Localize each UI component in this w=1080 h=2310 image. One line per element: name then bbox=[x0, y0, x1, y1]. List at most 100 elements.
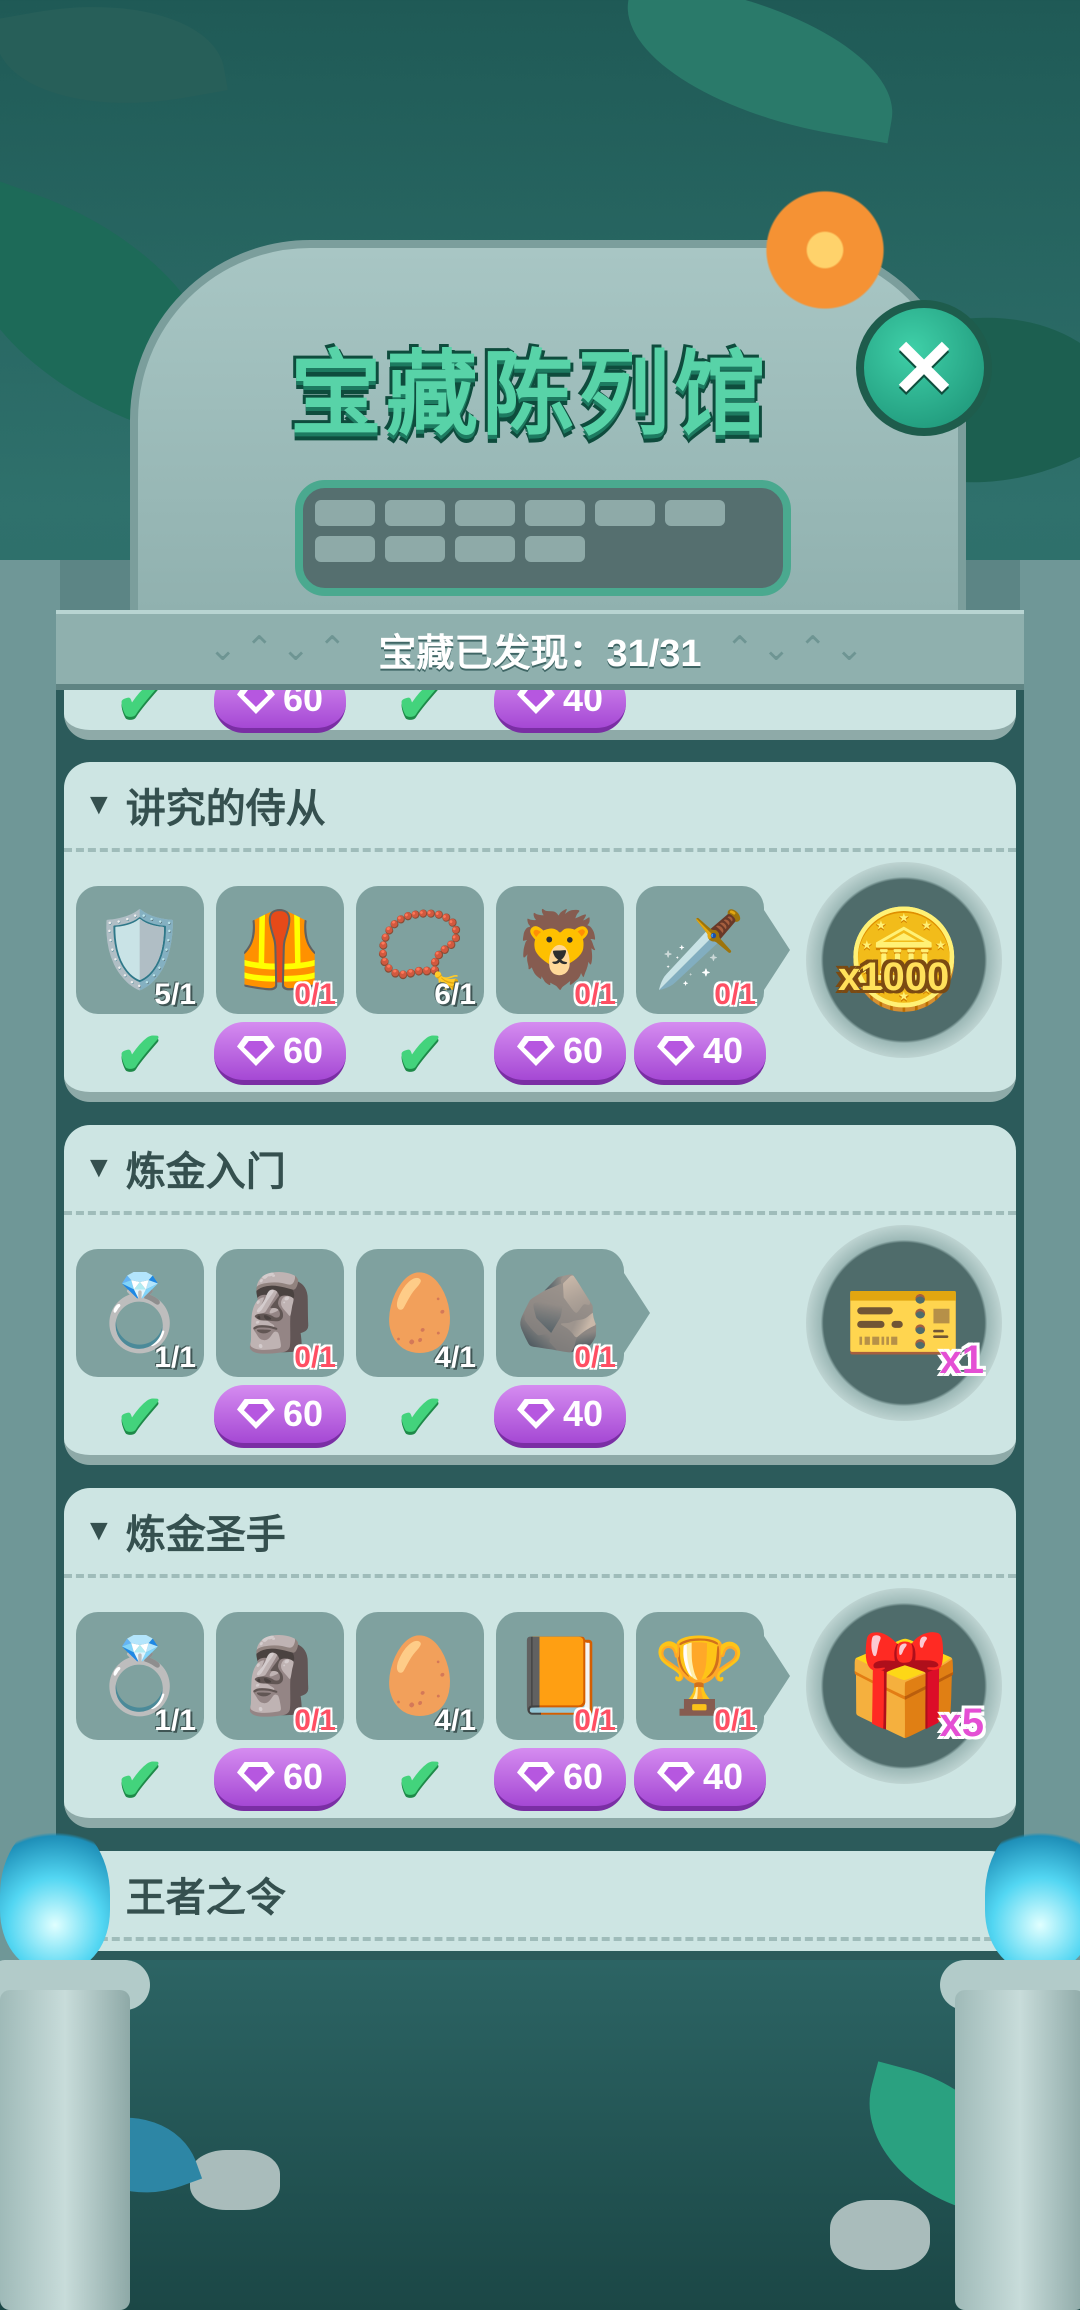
treasure-item[interactable]: 🦺 0/1 60 bbox=[214, 886, 346, 1085]
treasure-item[interactable]: 📿 6/1 ✔ bbox=[356, 886, 484, 1086]
treasure-item[interactable]: 🥚 4/1 ✔ bbox=[356, 1249, 484, 1449]
rock-decor bbox=[830, 2200, 930, 2270]
treasure-item[interactable]: 🥚 4/1 ✔ bbox=[356, 1612, 484, 1812]
item-count: 0/1 bbox=[294, 978, 336, 1011]
reward-quantity: x5 bbox=[939, 1701, 985, 1745]
gem-icon bbox=[236, 1762, 275, 1792]
blue-flame-icon bbox=[0, 1820, 110, 1970]
collection-header[interactable]: ▼ 炼金圣手 bbox=[64, 1488, 1016, 1578]
bone-ring-icon: 💍 bbox=[93, 1634, 187, 1717]
buy-button[interactable]: 60 bbox=[494, 1022, 626, 1085]
item-count: 6/1 bbox=[434, 978, 476, 1011]
treasure-item[interactable]: 🦁 0/1 60 bbox=[494, 886, 626, 1085]
buy-button[interactable]: 40 bbox=[634, 1748, 766, 1811]
frame-left-edge bbox=[0, 560, 60, 1980]
collection-card: ▼ 王者之令 bbox=[64, 1851, 1016, 1951]
collected-check-icon: ✔ bbox=[395, 1384, 445, 1449]
reward-quantity: x1000 bbox=[838, 955, 950, 999]
treasure-item[interactable]: 💍 1/1 ✔ bbox=[76, 1249, 204, 1449]
tribal-shield-icon: 🥚 bbox=[373, 1634, 467, 1717]
collection-items: 💍 1/1 ✔ 🗿 0/1 60 🥚 4/1 ✔ 🪨 0/1 40 bbox=[76, 1249, 650, 1449]
collection-name: 王者之令 bbox=[125, 1876, 286, 1920]
item-count: 0/1 bbox=[574, 1341, 616, 1374]
buy-button[interactable]: 60 bbox=[494, 1748, 626, 1811]
treasure-item[interactable]: 🛡️ 5/1 ✔ bbox=[76, 886, 204, 1086]
chevron-down-icon: ▼ bbox=[84, 1514, 114, 1547]
jungle-leaf-decor bbox=[0, 0, 228, 129]
chevron-pattern-decor: ⌃⌄⌃⌄ bbox=[725, 630, 872, 668]
golden-armor-icon: 🦺 bbox=[233, 908, 327, 991]
treasure-item[interactable]: 🗿 0/1 60 bbox=[214, 1612, 346, 1811]
treasure-item[interactable]: 🏆 0/1 40 bbox=[634, 1612, 790, 1811]
collection-header[interactable]: ▼ 讲究的侍从 bbox=[64, 762, 1016, 852]
collection-name: 炼金圣手 bbox=[125, 1513, 286, 1557]
chevron-down-icon: ▼ bbox=[84, 788, 114, 821]
collection-items: 🛡️ 5/1 ✔ 🦺 0/1 60 📿 6/1 ✔ 🦁 0/1 60 🗡️ 0/1 40 bbox=[76, 886, 790, 1086]
item-count: 0/1 bbox=[294, 1341, 336, 1374]
stone-pillar bbox=[0, 1990, 130, 2310]
item-count: 0/1 bbox=[294, 1704, 336, 1737]
gem-icon bbox=[236, 1036, 275, 1066]
buy-button[interactable]: 60 bbox=[214, 1748, 346, 1811]
treasure-item[interactable]: 🪨 0/1 40 bbox=[494, 1249, 650, 1448]
collection-name: 讲究的侍从 bbox=[125, 787, 326, 831]
stone-tablet-icon: 🪨 bbox=[513, 1271, 607, 1354]
item-count: 1/1 bbox=[154, 1704, 196, 1737]
crystal-sword-icon: 🗡️ bbox=[653, 908, 747, 991]
collection-items: 💍 1/1 ✔ 🗿 0/1 60 🥚 4/1 ✔ 📙 0/1 60 🏆 0/1 40 bbox=[76, 1612, 790, 1812]
collection-name: 炼金入门 bbox=[125, 1150, 286, 1194]
collection-reward[interactable]: 🎫 x1 bbox=[806, 1225, 1002, 1421]
collection-card: ▼ 炼金入门 💍 1/1 ✔ 🗿 0/1 60 🥚 4/1 ✔ 🪨 0/1 40 🎫 x… bbox=[64, 1125, 1016, 1465]
orange-flower-decor bbox=[750, 190, 900, 310]
reward-quantity: x1 bbox=[939, 1338, 985, 1382]
collection-reward[interactable]: 🪙 x1000 bbox=[806, 862, 1002, 1058]
chevron-down-icon: ▼ bbox=[84, 1151, 114, 1184]
collection-header[interactable]: ▼ 王者之令 bbox=[64, 1851, 1016, 1941]
buy-button[interactable]: 40 bbox=[634, 1022, 766, 1085]
page-title: 宝藏陈列馆 bbox=[289, 344, 770, 446]
tiki-mask-icon: 🗿 bbox=[233, 1271, 327, 1354]
close-button[interactable]: ✕ bbox=[856, 300, 992, 436]
collection-reward[interactable]: 🎁 x5 bbox=[806, 1588, 1002, 1784]
treasure-item[interactable]: 💍 1/1 ✔ bbox=[76, 1612, 204, 1812]
chevron-pattern-decor: ⌄⌃⌄⌃ bbox=[208, 630, 355, 668]
blue-flame-icon bbox=[985, 1820, 1080, 1970]
discovered-status-bar: ⌄⌃⌄⌃ 宝藏已发现：31/31 ⌃⌄⌃⌄ bbox=[56, 610, 1024, 690]
stone-pillar bbox=[955, 1990, 1080, 2310]
jungle-leaf-decor bbox=[611, 0, 909, 144]
buy-button[interactable]: 60 bbox=[214, 1022, 346, 1085]
header-slot-blocks bbox=[305, 490, 765, 570]
treasure-item[interactable]: 🗿 0/1 60 bbox=[214, 1249, 346, 1448]
item-count: 5/1 bbox=[154, 978, 196, 1011]
rock-decor bbox=[190, 2150, 280, 2210]
gem-icon bbox=[516, 1762, 555, 1792]
collection-card: ▼ 炼金圣手 💍 1/1 ✔ 🗿 0/1 60 🥚 4/1 ✔ 📙 0/1 60 🏆 0/… bbox=[64, 1488, 1016, 1828]
gem-icon bbox=[236, 1399, 275, 1429]
gem-icon bbox=[516, 1036, 555, 1066]
item-count: 0/1 bbox=[714, 1704, 756, 1737]
item-count: 0/1 bbox=[714, 978, 756, 1011]
collected-check-icon: ✔ bbox=[395, 1021, 445, 1086]
collected-check-icon: ✔ bbox=[115, 1021, 165, 1086]
tiki-mask-icon: 🗿 bbox=[233, 1634, 327, 1717]
buy-button[interactable]: 60 bbox=[214, 1385, 346, 1448]
discovered-count: 宝藏已发现：31/31 bbox=[378, 632, 702, 675]
treasure-item[interactable]: 🗡️ 0/1 40 bbox=[634, 886, 790, 1085]
treasure-item[interactable]: 📙 0/1 60 bbox=[494, 1612, 626, 1811]
item-count: 1/1 bbox=[154, 1341, 196, 1374]
mickey-shield-icon: 🛡️ bbox=[93, 908, 187, 991]
buy-button[interactable]: 40 bbox=[494, 1385, 626, 1448]
collected-check-icon: ✔ bbox=[115, 1747, 165, 1812]
golden-belt-icon: 📿 bbox=[373, 908, 467, 991]
tribal-shield-icon: 🥚 bbox=[373, 1271, 467, 1354]
gem-icon bbox=[656, 1762, 695, 1792]
item-count: 4/1 bbox=[434, 1704, 476, 1737]
frame-right-edge bbox=[1020, 560, 1080, 1980]
item-count: 0/1 bbox=[574, 1704, 616, 1737]
bone-ring-icon: 💍 bbox=[93, 1271, 187, 1354]
gem-icon bbox=[656, 1036, 695, 1066]
item-count: 0/1 bbox=[574, 978, 616, 1011]
collection-header[interactable]: ▼ 炼金入门 bbox=[64, 1125, 1016, 1215]
gem-icon bbox=[516, 1399, 555, 1429]
lion-medallion-icon: 🦁 bbox=[513, 908, 607, 991]
